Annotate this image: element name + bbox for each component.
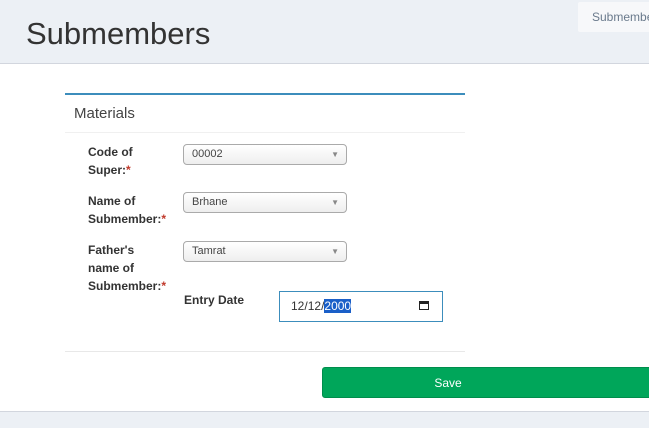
name-of-submember-select[interactable]: Brhane ▼ [183, 192, 347, 213]
entry-date-input[interactable]: 12/12/2000 [279, 291, 443, 322]
code-of-super-select[interactable]: 00002 ▼ [183, 144, 347, 165]
caret-down-icon: ▼ [331, 150, 339, 159]
page-title: Submembers [26, 16, 211, 51]
code-of-super-label: Code of Super:* [88, 145, 133, 177]
save-button[interactable]: Save [322, 367, 649, 398]
fathers-name-select[interactable]: Tamrat ▼ [183, 241, 347, 262]
required-marker: * [126, 163, 131, 177]
content-header: Submembers Submembers [0, 0, 649, 64]
fathers-name-label: Father's name of Submember:* [88, 243, 167, 293]
footer-strip [0, 411, 649, 428]
breadcrumb-link[interactable]: Submembers [578, 2, 649, 32]
required-marker: * [161, 279, 167, 293]
caret-down-icon: ▼ [331, 247, 339, 256]
entry-date-label: Entry Date [184, 293, 245, 307]
required-marker: * [161, 212, 167, 226]
calendar-icon[interactable] [419, 301, 429, 310]
caret-down-icon: ▼ [331, 198, 339, 207]
box-title: Materials [65, 95, 465, 133]
year-segment[interactable]: 2000 [324, 299, 352, 313]
main-content: Materials Code of Super:* 00002 ▼ Name o… [0, 64, 649, 411]
name-of-submember-label: Name of Submember:* [88, 194, 167, 226]
